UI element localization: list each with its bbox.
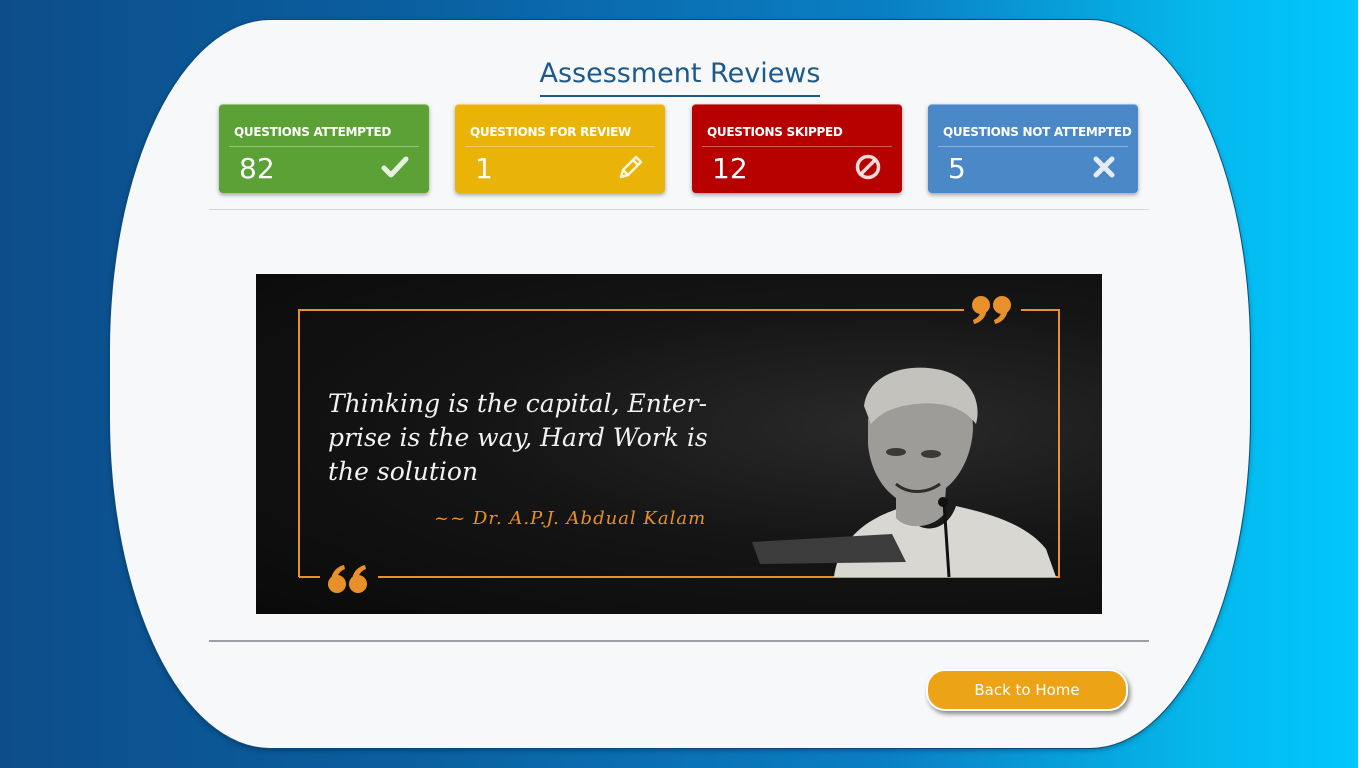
quote-author: ~~ Dr. A.P.J. Abdual Kalam — [434, 508, 707, 529]
stats-row: QUESTIONS ATTEMPTED 82 QUESTIONS FOR REV… — [219, 104, 1139, 194]
stat-label: QUESTIONS SKIPPED — [707, 125, 843, 139]
speaker-portrait-icon — [752, 367, 1056, 578]
stat-card-attempted: QUESTIONS ATTEMPTED 82 — [219, 104, 429, 193]
stat-divider — [229, 146, 419, 147]
quote-close-icon — [972, 296, 1011, 324]
scrollbar[interactable] — [1358, 0, 1366, 768]
ban-icon — [855, 154, 881, 180]
back-to-home-button[interactable]: Back to Home — [926, 669, 1128, 711]
quote-text: Thinking is the capital, Enter-prise is … — [328, 389, 708, 486]
stat-value: 82 — [239, 152, 275, 185]
stat-divider — [938, 146, 1128, 147]
page-title-text: Assessment Reviews — [539, 60, 821, 97]
footer-divider — [209, 640, 1149, 642]
stat-divider — [702, 146, 892, 147]
stat-label: QUESTIONS ATTEMPTED — [234, 125, 392, 139]
quote-banner: Thinking is the capital, Enter-prise is … — [256, 274, 1102, 614]
stat-value: 1 — [475, 152, 493, 185]
review-card: Assessment Reviews QUESTIONS ATTEMPTED 8… — [110, 20, 1250, 748]
stat-value: 5 — [948, 152, 966, 185]
stat-card-review: QUESTIONS FOR REVIEW 1 — [455, 104, 665, 193]
close-icon — [1093, 156, 1115, 178]
stat-divider — [465, 146, 655, 147]
quote-open-icon — [328, 565, 367, 593]
stat-label: QUESTIONS NOT ATTEMPTED — [943, 125, 1132, 139]
page-title: Assessment Reviews — [110, 60, 1250, 97]
stat-value: 12 — [712, 152, 748, 185]
check-icon — [381, 156, 409, 178]
stat-card-skipped: QUESTIONS SKIPPED 12 — [692, 104, 902, 193]
pencil-icon — [619, 155, 643, 179]
stats-divider — [209, 209, 1149, 210]
stat-card-not-attempted: QUESTIONS NOT ATTEMPTED 5 — [928, 104, 1138, 193]
stat-label: QUESTIONS FOR REVIEW — [470, 125, 631, 139]
